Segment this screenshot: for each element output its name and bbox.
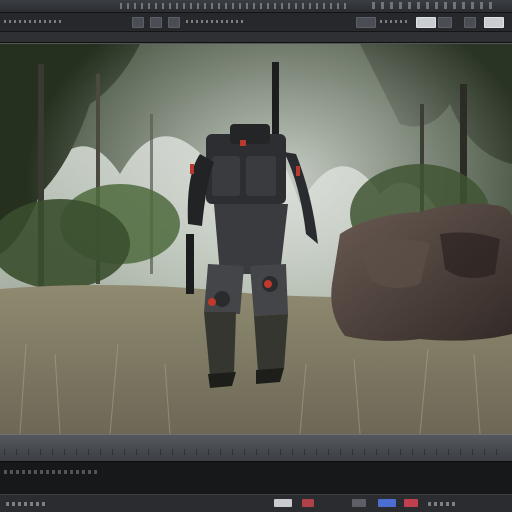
menu-bar[interactable]	[0, 0, 512, 13]
status-info-strip	[428, 502, 458, 506]
editor-window	[0, 0, 512, 512]
toolbar-button-extra[interactable]	[464, 17, 476, 28]
status-button-b[interactable]	[302, 499, 314, 507]
window-controls-strip[interactable]	[372, 2, 492, 9]
toolbar-button-view[interactable]	[356, 17, 376, 28]
toolbar-button-move[interactable]	[150, 17, 162, 28]
toolbar-button-preview[interactable]	[484, 17, 504, 28]
status-button-d[interactable]	[378, 499, 396, 507]
toolbar-button-render[interactable]	[416, 17, 436, 28]
timeline-bar[interactable]	[0, 434, 512, 461]
status-button-c[interactable]	[352, 499, 366, 507]
toolbar-button-rotate[interactable]	[168, 17, 180, 28]
timeline-ruler[interactable]	[4, 449, 508, 455]
toolbar-view-options[interactable]	[380, 20, 410, 23]
viewport[interactable]	[0, 43, 512, 435]
toolbar-button-settings[interactable]	[438, 17, 452, 28]
toolbar-label-strip	[4, 20, 64, 23]
toolbar-options-strip[interactable]	[186, 20, 246, 23]
status-button-e[interactable]	[404, 499, 418, 507]
status-bar	[0, 494, 512, 512]
menu-items-strip[interactable]	[120, 3, 350, 9]
track-labels	[4, 470, 100, 474]
toolbar-button-select[interactable]	[132, 17, 144, 28]
viewport-header	[0, 32, 512, 43]
track-panel[interactable]	[0, 461, 512, 494]
main-toolbar	[0, 13, 512, 32]
status-button-a[interactable]	[274, 499, 292, 507]
scene-render	[0, 44, 512, 434]
status-label-strip	[6, 502, 46, 506]
